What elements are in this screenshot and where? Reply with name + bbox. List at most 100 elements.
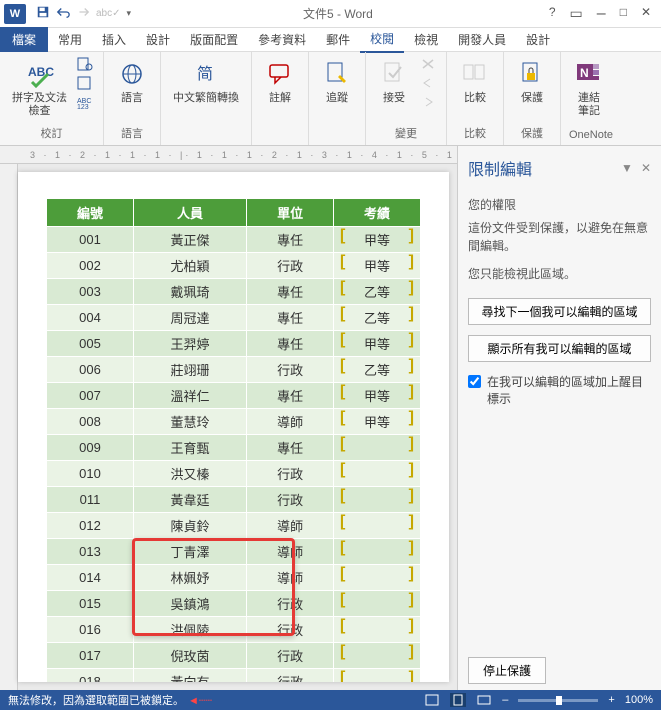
zoom-slider[interactable] — [518, 699, 598, 702]
document-area: 3 · 1 · 2 · 1 · 1 · 1 · |· 1 · 1 · 1 · 2… — [0, 146, 457, 690]
save-icon[interactable] — [36, 5, 50, 22]
zoom-in-icon[interactable]: + — [608, 694, 614, 706]
tab-file[interactable]: 檔案 — [0, 27, 48, 52]
pane-close-icon[interactable]: ✕ — [641, 161, 651, 175]
table-row[interactable]: 006莊翊珊行政[乙等] — [47, 357, 421, 383]
pane-menu-icon[interactable]: ▼ — [621, 161, 633, 175]
table-row[interactable]: 018黃向有行政[] — [47, 669, 421, 683]
svg-text:123: 123 — [77, 104, 89, 109]
table-row[interactable]: 012陳貞鈴導師[] — [47, 513, 421, 539]
svg-text:简: 简 — [197, 65, 213, 83]
restrict-editing-pane: 限制編輯 ▼ ✕ 您的權限 這份文件受到保護，以避免在無意間編輯。 您只能檢視此… — [457, 146, 661, 690]
qat-dropdown-icon[interactable]: ▾ — [127, 8, 132, 19]
cjk-convert-button[interactable]: 简 中文繁簡轉換 — [169, 56, 243, 107]
stop-protection-button[interactable]: 停止保護 — [468, 657, 546, 684]
protect-button[interactable]: 保護 — [512, 56, 552, 107]
tab-view[interactable]: 檢視 — [404, 27, 448, 52]
spellcheck-icon: ABC — [24, 58, 56, 90]
window-title: 文件5 - Word — [137, 5, 539, 22]
cjk-icon: 简 — [190, 58, 222, 90]
onenote-button[interactable]: N 連結 筆記 — [569, 56, 609, 120]
table-row[interactable]: 015吳鎮鴻行政[] — [47, 591, 421, 617]
table-row[interactable]: 016洪佩陵行政[] — [47, 617, 421, 643]
help-icon[interactable]: ? — [549, 5, 556, 23]
comment-button[interactable]: 註解 — [260, 56, 300, 107]
onenote-icon: N — [573, 58, 605, 90]
vertical-ruler[interactable] — [0, 164, 18, 690]
tracking-icon — [321, 58, 353, 90]
table-row[interactable]: 001黃正傑專任[甲等] — [47, 227, 421, 253]
table-row[interactable]: 008董慧玲導師[甲等] — [47, 409, 421, 435]
comment-icon — [264, 58, 296, 90]
tab-developer[interactable]: 開發人員 — [448, 27, 516, 52]
table-row[interactable]: 014林姵妤導師[] — [47, 565, 421, 591]
tab-design2[interactable]: 設計 — [516, 27, 560, 52]
minimize-icon[interactable]: – — [597, 5, 606, 23]
web-layout-icon[interactable] — [476, 693, 492, 707]
close-icon[interactable]: ✕ — [641, 5, 651, 23]
table-row[interactable]: 017倪玫茵行政[] — [47, 643, 421, 669]
table-row[interactable]: 005王羿婷專任[甲等] — [47, 331, 421, 357]
pane-desc1: 這份文件受到保護，以避免在無意間編輯。 — [468, 219, 651, 255]
zoom-out-icon[interactable]: – — [502, 694, 508, 706]
table-row[interactable]: 009王育甄專任[] — [47, 435, 421, 461]
col-grade: 考績 — [334, 199, 421, 227]
table-row[interactable]: 004周冠達專任[乙等] — [47, 305, 421, 331]
svg-text:N: N — [580, 66, 589, 80]
undo-icon[interactable] — [56, 5, 70, 22]
qat-item: abc✓ — [96, 8, 121, 19]
status-message: 無法修改，因為選取範圍已被鎖定。 — [8, 692, 184, 708]
table-row[interactable]: 007溫祥仁專任[甲等] — [47, 383, 421, 409]
svg-text:ABC: ABC — [28, 65, 54, 79]
tab-mailings[interactable]: 郵件 — [316, 27, 360, 52]
statusbar: 無法修改，因為選取範圍已被鎖定。 ◄┄┄ – + 100% — [0, 690, 661, 710]
data-table: 編號 人員 單位 考績 001黃正傑專任[甲等]002尤柏穎行政[甲等]003戴… — [46, 198, 421, 682]
research-icon[interactable] — [75, 56, 95, 72]
status-arrow-icon: ◄┄┄ — [188, 694, 212, 707]
compare-icon — [459, 58, 491, 90]
tab-home[interactable]: 常用 — [48, 27, 92, 52]
spellcheck-button[interactable]: ABC 拼字及文法 檢查 — [8, 56, 71, 120]
language-button[interactable]: 語言 — [112, 56, 152, 107]
table-row[interactable]: 010洪又榛行政[] — [47, 461, 421, 487]
ribbon-tabs: 檔案 常用 插入 設計 版面配置 參考資料 郵件 校閱 檢視 開發人員 設計 — [0, 28, 661, 52]
quick-access-toolbar: abc✓ ▾ — [30, 5, 137, 22]
maximize-icon[interactable]: □ — [620, 5, 627, 23]
tab-references[interactable]: 參考資料 — [248, 27, 316, 52]
table-row[interactable]: 002尤柏穎行政[甲等] — [47, 253, 421, 279]
read-mode-icon[interactable] — [424, 693, 440, 707]
col-unit: 單位 — [247, 199, 334, 227]
pane-desc2: 您只能檢視此區域。 — [468, 265, 651, 283]
horizontal-ruler[interactable]: 3 · 1 · 2 · 1 · 1 · 1 · |· 1 · 1 · 1 · 2… — [0, 146, 457, 164]
lock-icon — [516, 58, 548, 90]
titlebar: W abc✓ ▾ 文件5 - Word ? ▭ – □ ✕ — [0, 0, 661, 28]
highlight-editable-checkbox[interactable]: 在我可以編輯的區域加上醒目標示 — [468, 373, 651, 407]
thesaurus-icon[interactable] — [75, 75, 95, 91]
table-row[interactable]: 003戴珮琦專任[乙等] — [47, 279, 421, 305]
tracking-button[interactable]: 追蹤 — [317, 56, 357, 107]
tab-layout[interactable]: 版面配置 — [180, 27, 248, 52]
print-layout-icon[interactable] — [450, 693, 466, 707]
table-row[interactable]: 011黃韋廷行政[] — [47, 487, 421, 513]
find-next-editable-button[interactable]: 尋找下一個我可以編輯的區域 — [468, 298, 651, 325]
zoom-level[interactable]: 100% — [625, 694, 653, 706]
col-name: 人員 — [133, 199, 246, 227]
next-change-icon — [418, 94, 438, 110]
compare-button: 比較 — [455, 56, 495, 107]
table-row[interactable]: 013丁青澤導師[] — [47, 539, 421, 565]
tab-design[interactable]: 設計 — [136, 27, 180, 52]
ribbon-options-icon[interactable]: ▭ — [570, 5, 583, 23]
col-id: 編號 — [47, 199, 134, 227]
redo-icon — [76, 5, 90, 22]
pane-title: 限制編輯 — [468, 156, 532, 180]
word-icon: W — [4, 4, 26, 24]
globe-icon — [116, 58, 148, 90]
ribbon: ABC 拼字及文法 檢查 ABC123 校訂 語言 語言 简 中文繁簡轉換 — [0, 52, 661, 146]
tab-insert[interactable]: 插入 — [92, 27, 136, 52]
highlight-checkbox-input[interactable] — [468, 375, 481, 388]
page[interactable]: 編號 人員 單位 考績 001黃正傑專任[甲等]002尤柏穎行政[甲等]003戴… — [18, 172, 449, 682]
wordcount-icon[interactable]: ABC123 — [75, 94, 95, 110]
show-all-editable-button[interactable]: 顯示所有我可以編輯的區域 — [468, 335, 651, 362]
tab-review[interactable]: 校閱 — [360, 26, 404, 53]
accept-icon — [378, 58, 410, 90]
